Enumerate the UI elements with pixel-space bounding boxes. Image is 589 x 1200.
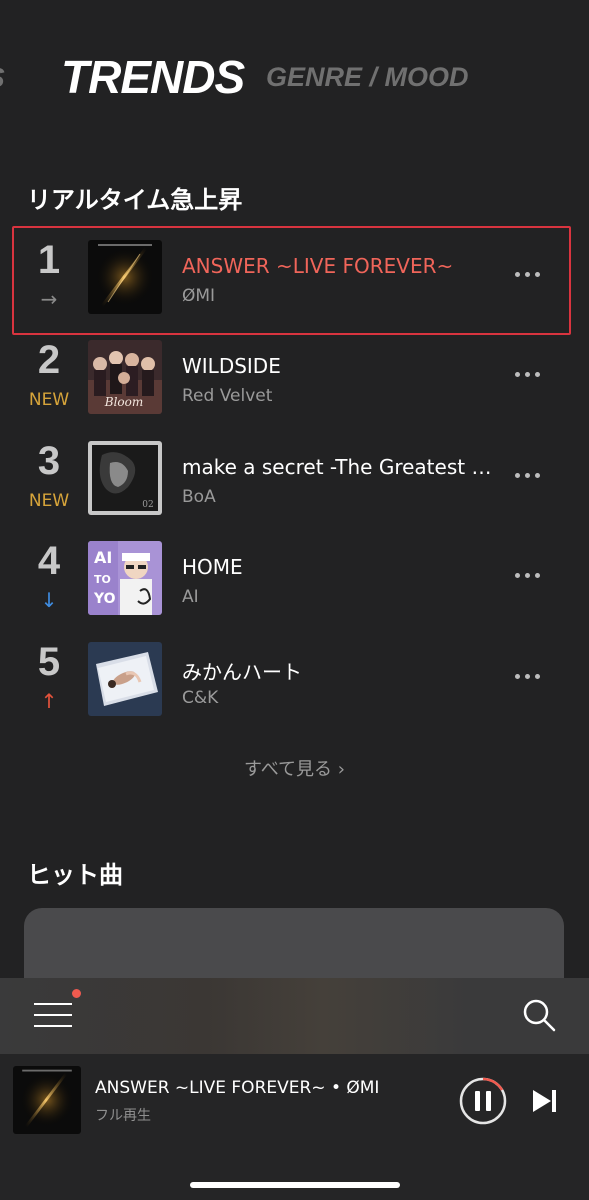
more-horizontal-icon[interactable]: [511, 565, 545, 585]
notification-dot: [70, 987, 83, 1000]
song-title: みかんハート: [182, 660, 302, 684]
see-all-link[interactable]: すべて見る ›: [0, 755, 589, 781]
song-title: make a secret -The Greatest Hits-: [182, 455, 502, 479]
artist-name: Red Velvet: [182, 386, 273, 406]
trend-up-icon: ↑: [40, 689, 58, 713]
trend-same-icon: →: [40, 287, 58, 311]
home-indicator[interactable]: [190, 1182, 400, 1188]
tab-genre-mood[interactable]: GENRE / MOOD: [266, 62, 469, 93]
album-art: [88, 240, 162, 314]
tab-previous[interactable]: S: [0, 62, 5, 94]
song-title: WILDSIDE: [182, 354, 281, 378]
trend-down-icon: ↓: [40, 588, 58, 612]
chart-row-4[interactable]: 4 ↓ AI TO YO HOME AI: [0, 527, 589, 627]
artist-name: ØMI: [182, 286, 216, 306]
rank-number: 4: [37, 539, 61, 583]
artist-name: AI: [182, 587, 199, 607]
song-title: ANSWER ~LIVE FOREVER~: [182, 254, 454, 278]
rank-number: 2: [37, 338, 61, 382]
now-playing-title: ANSWER ~LIVE FOREVER~ • ØMI: [95, 1078, 380, 1098]
realtime-section-title: リアルタイム急上昇: [27, 186, 243, 214]
rank-number: 1: [37, 238, 61, 282]
chart-row-3[interactable]: 3 NEW 02 make a secret -The Greatest Hit…: [0, 427, 589, 527]
trend-new-badge: NEW: [28, 491, 70, 511]
album-art: AI TO YO: [88, 541, 162, 615]
rank-number: 5: [37, 640, 61, 684]
tab-trends[interactable]: TRENDS: [61, 50, 245, 104]
hits-section-title: ヒット曲: [27, 861, 123, 889]
hamburger-icon[interactable]: [34, 1001, 72, 1031]
more-horizontal-icon[interactable]: [511, 264, 545, 284]
chart-row-1[interactable]: 1 → ANSWER ~LIVE FOREVER~ ØMI: [0, 226, 589, 335]
artist-name: BoA: [182, 487, 216, 507]
chart-row-5[interactable]: 5 ↑ みかんハート C&K: [0, 628, 589, 728]
now-playing-subtitle: フル再生: [95, 1108, 151, 1124]
album-art: 02: [88, 441, 162, 515]
bottom-navbar: [0, 978, 589, 1054]
more-horizontal-icon[interactable]: [511, 364, 545, 384]
rank-number: 3: [37, 439, 61, 483]
svg-text:TO: TO: [94, 573, 111, 586]
skip-next-icon[interactable]: [530, 1088, 560, 1114]
more-horizontal-icon[interactable]: [511, 666, 545, 686]
now-playing-album-art: [13, 1066, 81, 1134]
pause-icon[interactable]: [458, 1076, 508, 1126]
mini-player[interactable]: ANSWER ~LIVE FOREVER~ • ØMI フル再生: [0, 1054, 589, 1200]
svg-text:Bloom: Bloom: [104, 395, 143, 409]
album-art: [88, 642, 162, 716]
album-art: Bloom: [88, 340, 162, 414]
svg-text:02: 02: [142, 500, 153, 510]
artist-name: C&K: [182, 688, 219, 708]
more-horizontal-icon[interactable]: [511, 465, 545, 485]
chart-row-2[interactable]: 2 NEW Bloom WILDSIDE Red Velvet: [0, 326, 589, 426]
svg-text:AI: AI: [94, 548, 112, 567]
trend-new-badge: NEW: [28, 390, 70, 410]
top-tabs: S TRENDS GENRE / MOOD: [0, 0, 589, 130]
song-title: HOME: [182, 555, 243, 579]
svg-text:YO: YO: [93, 591, 116, 607]
search-icon[interactable]: [520, 996, 558, 1034]
